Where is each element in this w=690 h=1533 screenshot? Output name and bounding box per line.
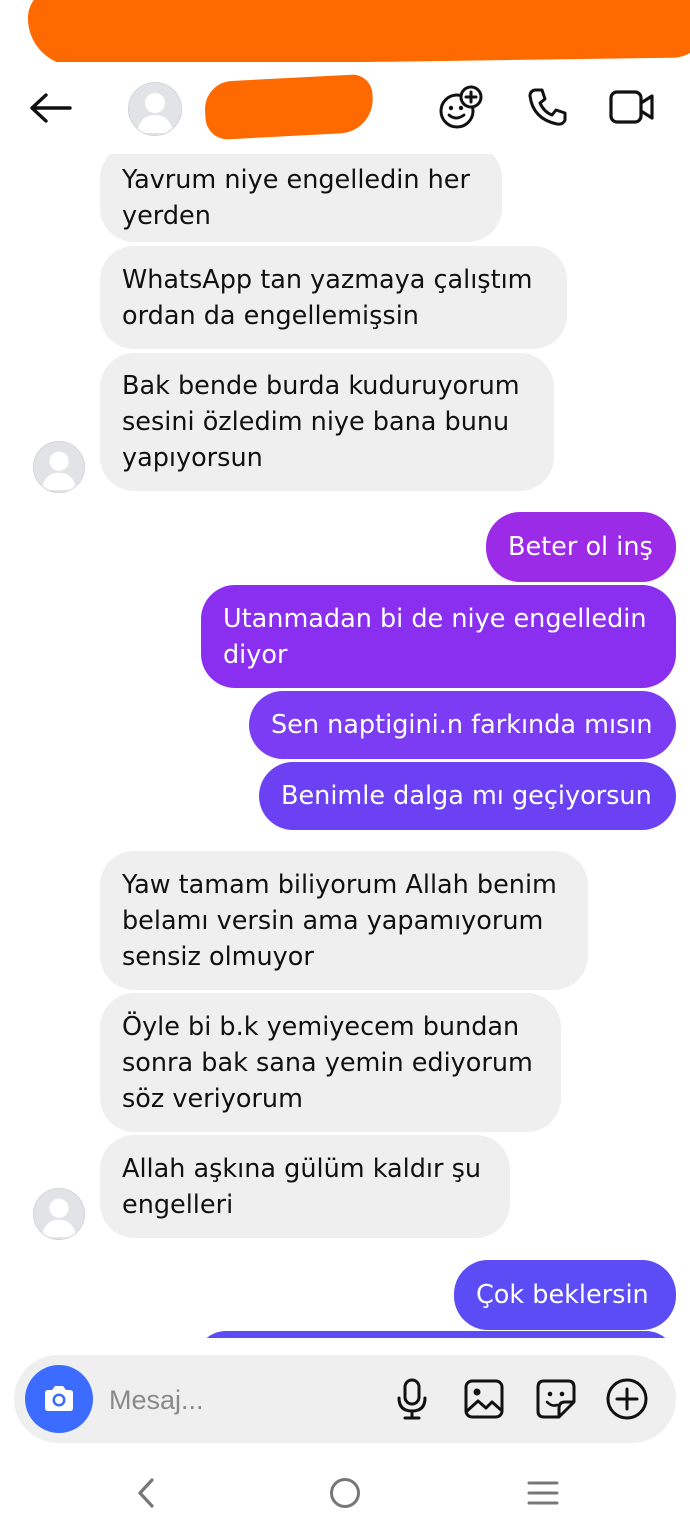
- microphone-icon: [397, 1378, 427, 1420]
- incoming-message[interactable]: Öyle bi b.k yemiyecem bundan sonra bak s…: [100, 993, 561, 1132]
- effects-icon: [439, 85, 483, 129]
- message-input[interactable]: [107, 1377, 361, 1423]
- gallery-button[interactable]: [460, 1375, 508, 1423]
- voice-call-button[interactable]: [522, 82, 572, 132]
- message-thread[interactable]: Yavrum niye engelledin her yerden WhatsA…: [0, 154, 690, 1338]
- contact-avatar[interactable]: [128, 82, 182, 136]
- nav-back-button[interactable]: [117, 1468, 177, 1518]
- plus-icon: [606, 1378, 648, 1420]
- contact-name-redaction: [203, 73, 375, 141]
- nav-home-button[interactable]: [315, 1468, 375, 1518]
- incoming-message[interactable]: Allah aşkına gülüm kaldır şu engelleri: [100, 1135, 510, 1238]
- home-nav-icon: [330, 1478, 360, 1508]
- system-navigation-bar: [0, 1452, 690, 1533]
- arrow-left-icon: [30, 93, 72, 123]
- incoming-message[interactable]: Yavrum niye engelledin her yerden: [100, 154, 502, 242]
- sender-avatar[interactable]: [33, 441, 85, 493]
- default-avatar-icon: [41, 1198, 77, 1238]
- sticker-button[interactable]: [532, 1375, 580, 1423]
- voice-message-button[interactable]: [388, 1375, 436, 1423]
- redaction-overlay: [27, 0, 690, 67]
- status-bar: [0, 0, 690, 67]
- effects-button[interactable]: [436, 82, 486, 132]
- default-avatar-icon: [41, 451, 77, 491]
- incoming-message[interactable]: WhatsApp tan yazmaya çalıştım ordan da e…: [100, 246, 567, 349]
- incoming-message[interactable]: Yaw tamam biliyorum Allah benim belamı v…: [100, 851, 588, 990]
- recents-nav-icon: [527, 1481, 559, 1505]
- outgoing-message[interactable]: Çok beklersin: [454, 1260, 676, 1330]
- outgoing-message[interactable]: Beter ol inş: [486, 512, 676, 582]
- default-avatar-icon: [137, 93, 173, 133]
- outgoing-message[interactable]: Utanmadan bi de niye engelledin diyor: [201, 585, 676, 688]
- back-nav-icon: [138, 1478, 154, 1508]
- sticker-icon: [536, 1379, 576, 1419]
- sender-avatar[interactable]: [33, 1188, 85, 1240]
- camera-icon: [45, 1386, 73, 1411]
- incoming-message[interactable]: Bak bende burda kuduruyorum sesini özled…: [100, 353, 554, 491]
- message-composer: [14, 1355, 676, 1443]
- video-icon: [609, 90, 654, 124]
- back-button[interactable]: [26, 86, 74, 130]
- outgoing-message[interactable]: Sen naptigini.n farkında mısın: [249, 691, 676, 759]
- phone-icon: [528, 88, 567, 126]
- video-call-button[interactable]: [607, 82, 657, 132]
- outgoing-message[interactable]: Benimle dalga mı geçiyorsun: [259, 762, 676, 830]
- camera-button[interactable]: [25, 1365, 93, 1433]
- outgoing-message-partial[interactable]: [196, 1331, 676, 1338]
- gallery-icon: [464, 1379, 504, 1419]
- nav-recents-button[interactable]: [513, 1468, 573, 1518]
- more-options-button[interactable]: [603, 1375, 651, 1423]
- chat-header: [0, 62, 690, 154]
